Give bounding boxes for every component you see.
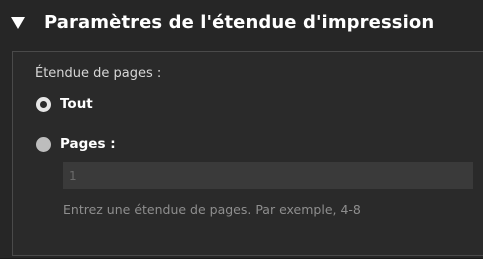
radio-label-pages: Pages : <box>60 136 116 152</box>
radio-button-pages[interactable] <box>36 136 51 152</box>
radio-option-pages[interactable]: Pages : <box>36 134 116 154</box>
section-header[interactable]: Paramètres de l'étendue d'impression <box>0 0 483 44</box>
page-range-label: Étendue de pages : <box>35 66 162 81</box>
page-range-hint: Entrez une étendue de pages. Par exemple… <box>63 202 361 217</box>
section-title: Paramètres de l'étendue d'impression <box>44 12 435 33</box>
radio-label-all: Tout <box>60 96 93 112</box>
radio-option-all[interactable]: Tout <box>36 94 93 114</box>
radio-button-all[interactable] <box>36 96 51 112</box>
print-range-panel: Paramètres de l'étendue d'impression Éte… <box>0 0 483 259</box>
print-range-settings-screenshot: Paramètres de l'étendue d'impression Éte… <box>0 0 483 262</box>
disclosure-triangle-down-icon[interactable] <box>11 17 25 29</box>
pages-range-input[interactable] <box>63 162 473 189</box>
